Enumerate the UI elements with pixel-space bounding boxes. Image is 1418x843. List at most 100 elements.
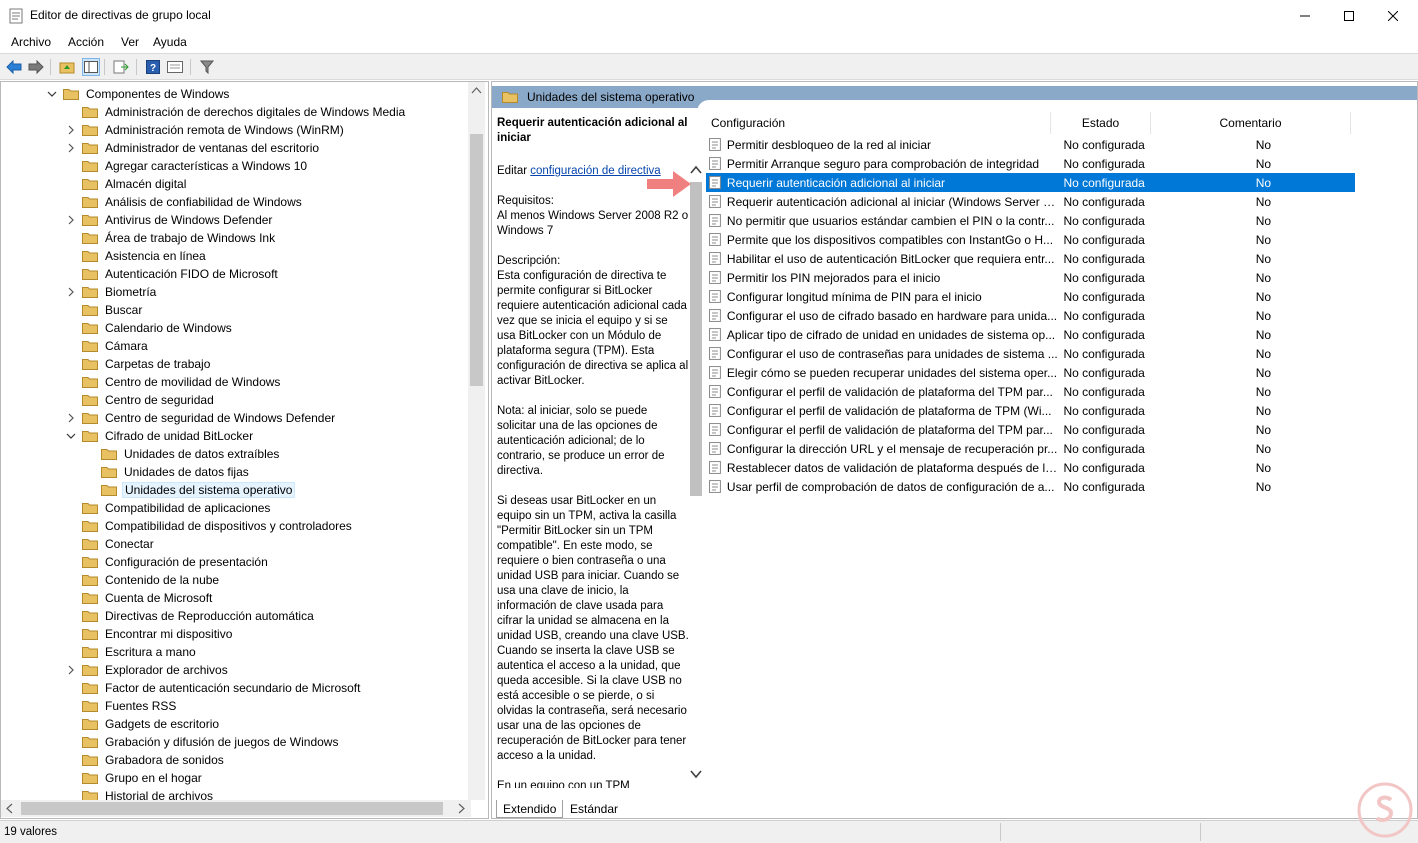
tree-item[interactable]: Directivas de Reproducción automática: [66, 607, 316, 625]
tree-item[interactable]: Administración de derechos digitales de …: [66, 103, 407, 121]
help-button[interactable]: ?: [144, 58, 162, 76]
policy-row[interactable]: Restablecer datos de validación de plata…: [706, 458, 1355, 477]
policy-row[interactable]: Usar perfil de comprobación de datos de …: [706, 477, 1355, 496]
scroll-up-icon[interactable]: [468, 82, 485, 99]
column-header-estado[interactable]: Estado: [1051, 112, 1151, 134]
tree-scroll-thumb[interactable]: [470, 134, 483, 386]
tree-vertical-scrollbar[interactable]: [468, 82, 485, 800]
tree-horizontal-scrollbar[interactable]: [1, 800, 471, 817]
tree-item[interactable]: Contenido de la nube: [66, 571, 221, 589]
policy-row[interactable]: Aplicar tipo de cifrado de unidad en uni…: [706, 325, 1355, 344]
export-list-button[interactable]: [112, 58, 130, 76]
menu-accion[interactable]: Acción: [68, 35, 104, 49]
policy-row[interactable]: Requerir autenticación adicional al inic…: [706, 192, 1355, 211]
policy-setting-icon: [709, 233, 721, 246]
minimize-button[interactable]: [1282, 0, 1328, 31]
policy-row[interactable]: Requerir autenticación adicional al inic…: [706, 173, 1355, 192]
back-button[interactable]: [5, 58, 23, 76]
tree-item[interactable]: Cifrado de unidad BitLocker: [66, 427, 255, 445]
policy-row[interactable]: Configurar el perfil de validación de pl…: [706, 401, 1355, 420]
tree-item[interactable]: Cuenta de Microsoft: [66, 589, 214, 607]
forward-button[interactable]: [27, 58, 45, 76]
chevron-right-icon[interactable]: [66, 143, 76, 153]
tree-item[interactable]: Configuración de presentación: [66, 553, 270, 571]
policy-row[interactable]: Configurar la dirección URL y el mensaje…: [706, 439, 1355, 458]
tree-item[interactable]: Calendario de Windows: [66, 319, 234, 337]
tab-estandar[interactable]: Estándar: [564, 800, 624, 818]
tree-item[interactable]: Grabadora de sonidos: [66, 751, 226, 769]
tree-item[interactable]: Carpetas de trabajo: [66, 355, 212, 373]
tree-item[interactable]: Agregar características a Windows 10: [66, 157, 309, 175]
tree-item[interactable]: Componentes de Windows: [47, 85, 231, 103]
tree-item[interactable]: Unidades de datos extraíbles: [85, 445, 281, 463]
tree-item[interactable]: Compatibilidad de aplicaciones: [66, 499, 272, 517]
policy-row[interactable]: Habilitar el uso de autenticación BitLoc…: [706, 249, 1355, 268]
tree-item[interactable]: Compatibilidad de dispositivos y control…: [66, 517, 354, 535]
tree-item[interactable]: Administración remota de Windows (WinRM): [66, 121, 346, 139]
tree-item[interactable]: Área de trabajo de Windows Ink: [66, 229, 277, 247]
column-header-configuracion[interactable]: Configuración: [706, 112, 1051, 134]
policy-row[interactable]: Configurar el perfil de validación de pl…: [706, 420, 1355, 439]
tree-item[interactable]: Almacén digital: [66, 175, 188, 193]
tree-item[interactable]: Encontrar mi dispositivo: [66, 625, 234, 643]
policy-row[interactable]: Permitir los PIN mejorados para el inici…: [706, 268, 1355, 287]
scroll-left-icon[interactable]: [1, 800, 18, 817]
maximize-button[interactable]: [1326, 0, 1372, 31]
policy-row[interactable]: Permitir desbloqueo de la red al iniciar…: [706, 135, 1355, 154]
show-hide-tree-button[interactable]: [82, 58, 100, 76]
close-button[interactable]: [1370, 0, 1416, 31]
menu-ayuda[interactable]: Ayuda: [153, 35, 187, 49]
tree-item[interactable]: Antivirus de Windows Defender: [66, 211, 274, 229]
column-header-comentario[interactable]: Comentario: [1151, 112, 1351, 134]
policy-row[interactable]: Permite que los dispositivos compatibles…: [706, 230, 1355, 249]
chevron-down-icon[interactable]: [66, 431, 76, 441]
tree-item[interactable]: Análisis de confiabilidad de Windows: [66, 193, 304, 211]
policy-row[interactable]: Configurar el perfil de validación de pl…: [706, 382, 1355, 401]
tree-item[interactable]: Centro de movilidad de Windows: [66, 373, 282, 391]
scroll-right-icon[interactable]: [453, 800, 470, 817]
policy-row[interactable]: Configurar el uso de contraseñas para un…: [706, 344, 1355, 363]
chevron-right-icon[interactable]: [66, 287, 76, 297]
edit-policy-link[interactable]: configuración de directiva: [530, 165, 660, 177]
chevron-right-icon[interactable]: [66, 215, 76, 225]
tree-item[interactable]: Cámara: [66, 337, 150, 355]
tree-item[interactable]: Centro de seguridad de Windows Defender: [66, 409, 337, 427]
tree-item[interactable]: Unidades de datos fijas: [85, 463, 251, 481]
tree-hscroll-thumb[interactable]: [21, 802, 443, 815]
tree-item[interactable]: Conectar: [66, 535, 156, 553]
tree-item[interactable]: Factor de autenticación secundario de Mi…: [66, 679, 362, 697]
tree-item[interactable]: Asistencia en línea: [66, 247, 208, 265]
tree-item[interactable]: Explorador de archivos: [66, 661, 230, 679]
policy-row[interactable]: Configurar longitud mínima de PIN para e…: [706, 287, 1355, 306]
policy-row[interactable]: Configurar el uso de cifrado basado en h…: [706, 306, 1355, 325]
tree-item[interactable]: Gadgets de escritorio: [66, 715, 221, 733]
description-scrollbar[interactable]: [688, 162, 704, 782]
tree-item[interactable]: Grupo en el hogar: [66, 769, 204, 787]
tree-item[interactable]: Administrador de ventanas del escritorio: [66, 139, 321, 157]
tree-item[interactable]: Escritura a mano: [66, 643, 198, 661]
description-scroll-thumb[interactable]: [690, 182, 702, 496]
chevron-right-icon[interactable]: [66, 665, 76, 675]
menu-archivo[interactable]: Archivo: [11, 35, 51, 49]
tree-item[interactable]: Fuentes RSS: [66, 697, 178, 715]
chevron-right-icon[interactable]: [66, 125, 76, 135]
filter-button[interactable]: [198, 58, 216, 76]
tree-item[interactable]: Buscar: [66, 301, 144, 319]
chevron-right-icon[interactable]: [66, 413, 76, 423]
tab-extendido[interactable]: Extendido: [496, 800, 564, 818]
chevron-down-icon[interactable]: [47, 89, 57, 99]
folder-icon: [82, 521, 98, 532]
tree-item[interactable]: Centro de seguridad: [66, 391, 216, 409]
policy-row[interactable]: Elegir cómo se pueden recuperar unidades…: [706, 363, 1355, 382]
tree-item[interactable]: Biometría: [66, 283, 158, 301]
tree-item[interactable]: Grabación y difusión de juegos de Window…: [66, 733, 340, 751]
menu-ver[interactable]: Ver: [121, 35, 139, 49]
policy-row[interactable]: No permitir que usuarios estándar cambie…: [706, 211, 1355, 230]
tree-item[interactable]: Autenticación FIDO de Microsoft: [66, 265, 280, 283]
folder-icon: [101, 467, 117, 478]
up-folder-button[interactable]: [58, 58, 76, 76]
policy-row[interactable]: Permitir Arranque seguro para comprobaci…: [706, 154, 1355, 173]
chevron-down-icon[interactable]: [688, 766, 704, 782]
properties-button[interactable]: [166, 58, 184, 76]
tree-item[interactable]: Unidades del sistema operativo: [85, 481, 296, 499]
